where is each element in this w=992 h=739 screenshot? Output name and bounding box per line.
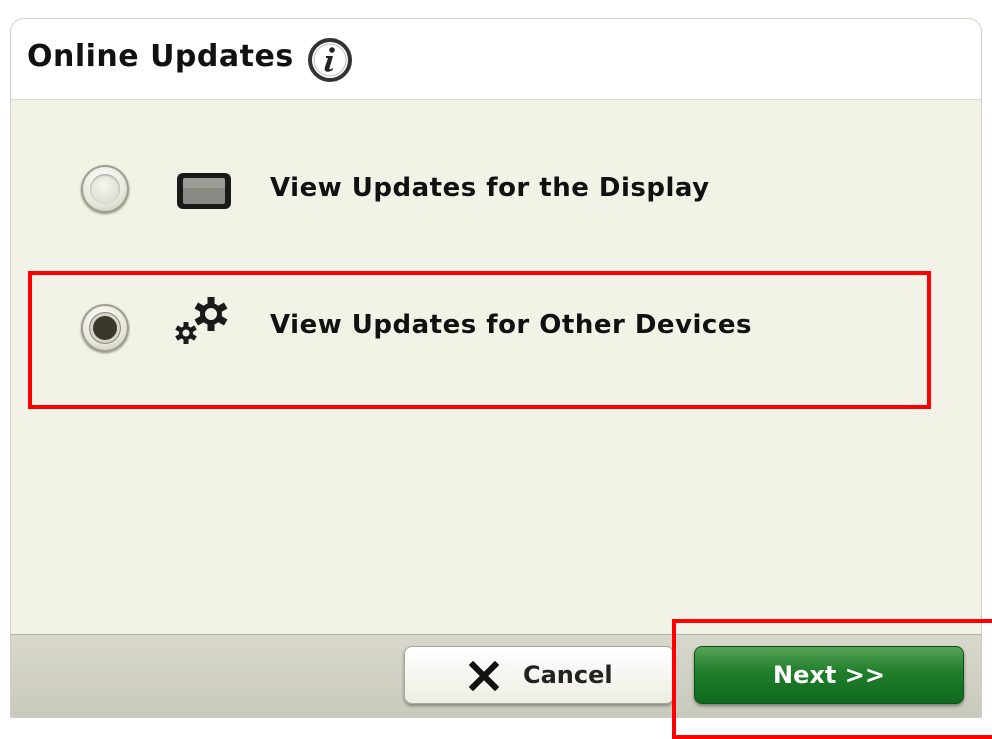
option-label-other-devices: View Updates for Other Devices	[270, 310, 752, 340]
dialog-header: Online Updates	[11, 19, 981, 100]
dialog-title: Online Updates	[27, 39, 294, 74]
online-updates-dialog: Online Updates View Updates for the Disp…	[10, 18, 982, 718]
cancel-button[interactable]: Cancel	[404, 646, 674, 704]
radio-display[interactable]	[81, 165, 129, 213]
radio-other-devices-indicator	[90, 313, 120, 343]
cancel-button-label: Cancel	[523, 661, 613, 689]
option-label-display: View Updates for the Display	[270, 173, 710, 203]
radio-other-devices[interactable]	[81, 304, 129, 352]
radio-display-indicator	[90, 174, 120, 204]
option-view-display-updates[interactable]: View Updates for the Display	[11, 129, 981, 249]
next-button[interactable]: Next >>	[694, 646, 964, 704]
dialog-footer: Cancel Next >>	[11, 634, 981, 717]
next-button-label: Next >>	[773, 661, 885, 689]
option-view-other-devices-updates[interactable]: View Updates for Other Devices	[11, 264, 981, 384]
info-icon[interactable]	[307, 37, 353, 83]
display-icon	[175, 171, 233, 215]
gears-icon	[171, 292, 235, 352]
close-icon	[468, 660, 500, 697]
